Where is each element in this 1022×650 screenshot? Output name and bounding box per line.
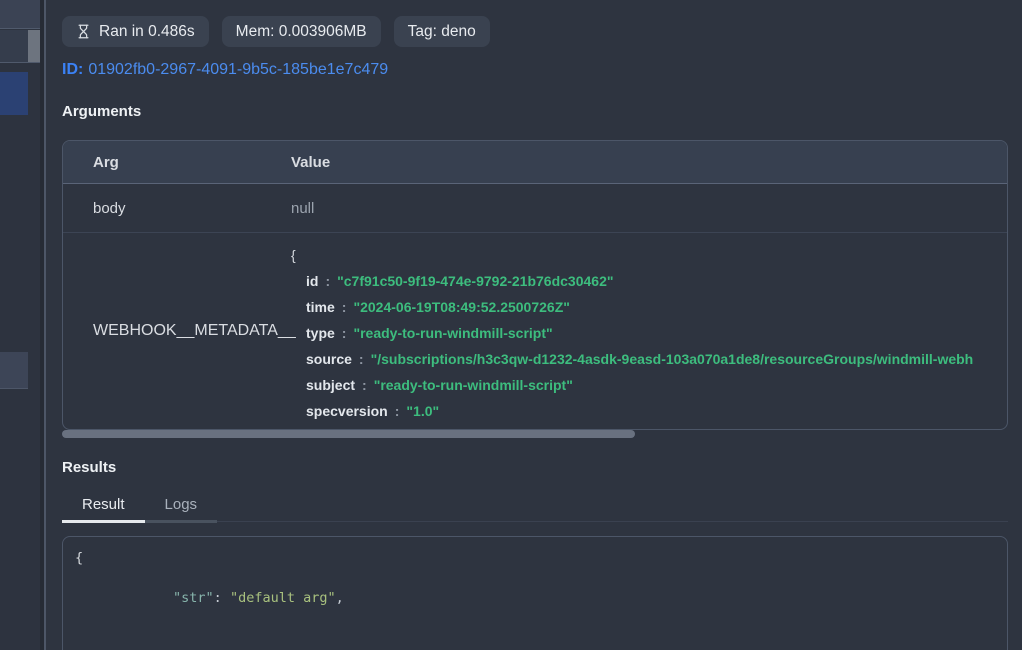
horizontal-scrollbar-thumb[interactable] [62,430,635,438]
json-entry-type[interactable]: type: "ready-to-run-windmill-script" [291,320,1007,346]
background-lower-block [0,352,28,388]
json-colon: : [359,351,364,367]
results-section-title: Results [62,459,116,476]
table-row-body: body null [63,184,1007,233]
json-value: "/subscriptions/h3c3qw-d1232-4asdk-9easd… [371,351,974,367]
json-entry-time[interactable]: time: "2024-06-19T08:49:52.2500726Z" [291,294,1007,320]
code-comma: , [336,590,344,606]
result-code-panel: { "str": "default arg", "union": "Hello … [62,536,1008,650]
horizontal-scrollbar[interactable] [62,430,1008,438]
json-colon: : [325,273,330,289]
json-colon: : [342,325,347,341]
table-row-webhook-metadata: WEBHOOK__METADATA__ { id: "c7f91c50-9f19-… [63,233,1007,428]
code-line-str: "str": "default arg", [75,568,995,628]
metadata-json-viewer: { id: "c7f91c50-9f19-474e-9792-21b76dc304… [291,233,1007,424]
json-colon: : [342,299,347,315]
arg-name-body: body [63,200,291,217]
background-page-strip [0,0,40,650]
run-detail-panel: Ran in 0.486s Mem: 0.003906MB Tag: deno … [46,0,1022,650]
tag-badge-label: Tag: deno [408,23,476,41]
json-key: time [306,299,335,315]
memory-badge: Mem: 0.003906MB [222,16,381,47]
run-id-label: ID: [62,61,83,78]
arg-value-webhook-metadata: { id: "c7f91c50-9f19-474e-9792-21b76dc304… [291,233,1007,428]
column-header-arg: Arg [63,154,291,171]
hourglass-icon [76,24,91,39]
run-id: ID: 01902fb0-2967-4091-9b5c-185be1e7c479 [62,61,388,79]
json-entry-id[interactable]: id: "c7f91c50-9f19-474e-9792-21b76dc30462… [291,268,1007,294]
arguments-table: Arg Value body null WEBHOOK__METADATA__ … [62,140,1008,430]
json-key: type [306,325,335,341]
results-tab-bar: Result Logs [62,487,1008,522]
code-string-value: "default arg" [230,590,336,606]
json-value: "c7f91c50-9f19-474e-9792-21b76dc30462" [337,273,613,289]
json-key: source [306,351,352,367]
code-line-union: "union": "Hello World" [75,628,995,650]
duration-badge: Ran in 0.486s [62,16,209,47]
arg-value-body: null [291,200,1007,217]
background-lower-divider [0,388,28,389]
run-stats-badges: Ran in 0.486s Mem: 0.003906MB Tag: deno [62,16,490,47]
background-vertical-scrollbar-thumb[interactable] [28,30,40,62]
tab-logs[interactable]: Logs [145,487,218,522]
arguments-section-title: Arguments [62,103,141,120]
run-id-value[interactable]: 01902fb0-2967-4091-9b5c-185be1e7c479 [88,61,388,78]
json-colon: : [362,377,367,393]
duration-badge-label: Ran in 0.486s [99,23,195,41]
code-open-brace: { [75,548,995,568]
code-key: "str" [173,590,214,606]
screen: Ran in 0.486s Mem: 0.003906MB Tag: deno … [0,0,1022,650]
tag-badge: Tag: deno [394,16,490,47]
memory-badge-label: Mem: 0.003906MB [236,23,367,41]
json-key: subject [306,377,355,393]
column-header-value: Value [291,154,1007,171]
json-key: id [306,273,318,289]
json-value: "1.0" [406,403,439,419]
json-value: "ready-to-run-windmill-script" [353,325,552,341]
code-separator: : [214,590,230,606]
background-list-row [0,30,28,62]
arg-name-webhook-metadata: WEBHOOK__METADATA__ [63,233,291,428]
arguments-table-header: Arg Value [63,141,1007,184]
json-open-brace: { [291,242,1007,268]
json-value: "ready-to-run-windmill-script" [374,377,573,393]
json-entry-specversion[interactable]: specversion: "1.0" [291,398,1007,424]
json-key: specversion [306,403,388,419]
tab-result[interactable]: Result [62,487,145,522]
json-entry-subject[interactable]: subject: "ready-to-run-windmill-script" [291,372,1007,398]
background-header-block [0,0,40,29]
background-divider [0,62,40,63]
json-value: "2024-06-19T08:49:52.2500726Z" [353,299,569,315]
json-entry-source[interactable]: source: "/subscriptions/h3c3qw-d1232-4asd… [291,346,1007,372]
background-selected-item[interactable] [0,72,28,115]
json-colon: : [395,403,400,419]
